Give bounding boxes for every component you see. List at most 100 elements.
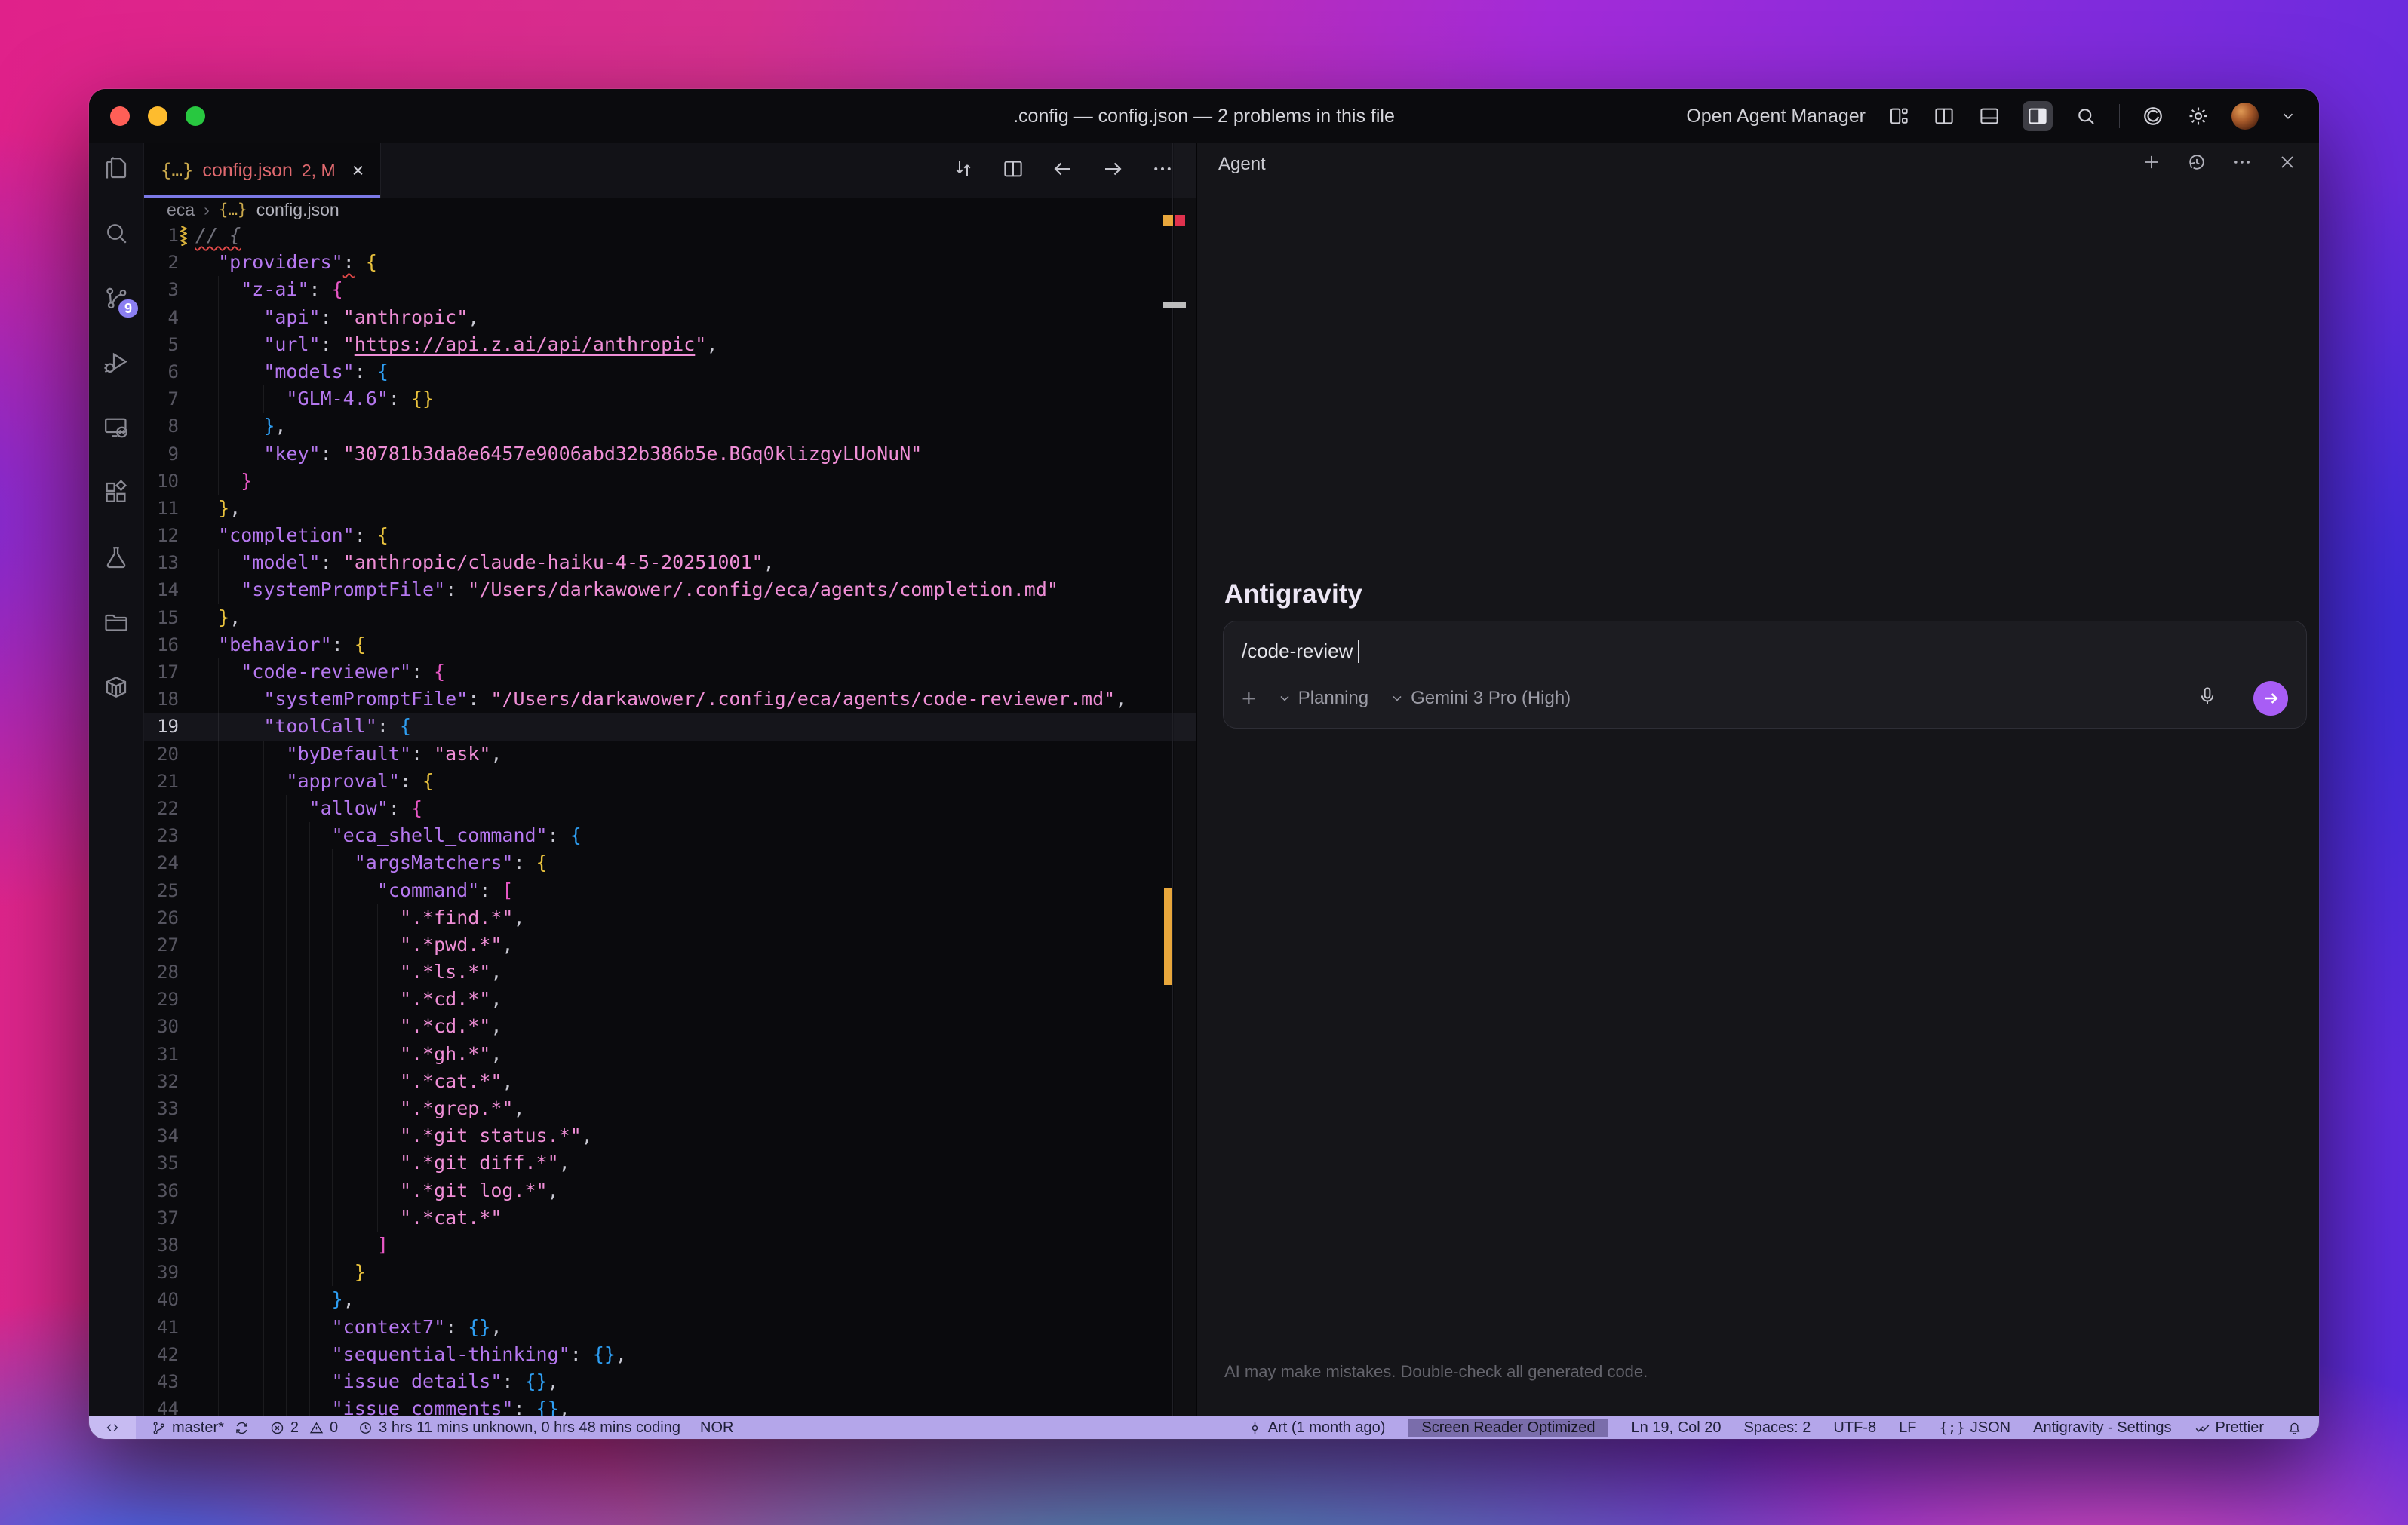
run-and-debug-icon[interactable] [102, 348, 131, 377]
agent-input[interactable]: /code-review [1242, 640, 1353, 663]
code-line[interactable]: 2 "providers": { [144, 249, 1196, 276]
remote-indicator[interactable] [89, 1416, 136, 1439]
formatter-status[interactable]: Prettier [2195, 1419, 2264, 1437]
screen-reader-status[interactable]: Screen Reader Optimized [1408, 1419, 1608, 1437]
code-line[interactable]: 25 "command": [ [144, 877, 1196, 904]
git-branch-status[interactable]: master* [151, 1419, 250, 1437]
code-line[interactable]: 1// { [144, 222, 1196, 249]
mode-dropdown[interactable]: Planning [1277, 688, 1368, 709]
toggle-secondary-sidebar-icon[interactable] [2023, 101, 2053, 131]
code-line[interactable]: 23 "eca_shell_command": { [144, 822, 1196, 849]
minimize-window-button[interactable] [148, 106, 167, 126]
code-line[interactable]: 15 }, [144, 604, 1196, 631]
customize-layout-icon[interactable] [1887, 104, 1911, 128]
problems-status[interactable]: 2 0 [269, 1419, 338, 1437]
code-line[interactable]: 6 "models": { [144, 358, 1196, 385]
zoom-window-button[interactable] [186, 106, 205, 126]
code-line[interactable]: 7 "GLM-4.6": {} [144, 385, 1196, 413]
vim-mode-status[interactable]: NOR [700, 1419, 733, 1437]
code-line[interactable]: 32 ".*cat.*", [144, 1068, 1196, 1095]
tab-config-json[interactable]: {…} config.json 2, M × [144, 143, 381, 198]
compare-changes-icon[interactable] [952, 158, 975, 184]
send-button[interactable] [2253, 681, 2288, 716]
code-line[interactable]: 10 } [144, 468, 1196, 495]
code-line[interactable]: 29 ".*cd.*", [144, 986, 1196, 1013]
project-manager-icon[interactable] [102, 608, 131, 637]
navigate-forward-icon[interactable] [1101, 158, 1124, 184]
code-line[interactable]: 38 ] [144, 1232, 1196, 1259]
remote-explorer-icon[interactable] [102, 413, 131, 442]
code-line[interactable]: 13 "model": "anthropic/claude-haiku-4-5-… [144, 549, 1196, 576]
more-actions-icon[interactable] [1151, 158, 1174, 184]
settings-gear-icon[interactable] [2186, 104, 2210, 128]
code-line[interactable]: 20 "byDefault": "ask", [144, 741, 1196, 768]
last-commit-status[interactable]: Art (1 month ago) [1247, 1419, 1386, 1437]
indentation-status[interactable]: Spaces: 2 [1743, 1419, 1811, 1437]
testing-icon[interactable] [102, 543, 131, 572]
code-line[interactable]: 19 "toolCall": { [144, 713, 1196, 740]
code-line[interactable]: 3 "z-ai": { [144, 276, 1196, 303]
code-line[interactable]: 8 }, [144, 413, 1196, 440]
toggle-panel-icon[interactable] [1977, 104, 2001, 128]
code-line[interactable]: 17 "code-reviewer": { [144, 658, 1196, 686]
antigravity-logo-icon[interactable] [2141, 104, 2165, 128]
code-line[interactable]: 27 ".*pwd.*", [144, 931, 1196, 959]
search-icon[interactable] [102, 219, 131, 247]
navigate-back-icon[interactable] [1052, 158, 1074, 184]
language-mode-status[interactable]: {;} JSON [1939, 1419, 2010, 1437]
code-line[interactable]: 40 }, [144, 1286, 1196, 1313]
time-tracking-status[interactable]: 3 hrs 11 mins unknown, 0 hrs 48 mins cod… [358, 1419, 680, 1437]
code-line[interactable]: 31 ".*gh.*", [144, 1041, 1196, 1068]
eol-status[interactable]: LF [1899, 1419, 1916, 1437]
code-line[interactable]: 34 ".*git status.*", [144, 1122, 1196, 1149]
code-line[interactable]: 11 }, [144, 495, 1196, 522]
code-line[interactable]: 41 "context7": {}, [144, 1314, 1196, 1341]
extensions-icon[interactable] [102, 478, 131, 507]
code-line[interactable]: 39 } [144, 1259, 1196, 1286]
open-agent-manager-button[interactable]: Open Agent Manager [1686, 106, 1866, 127]
microphone-icon[interactable] [2196, 685, 2219, 713]
code-line[interactable]: 16 "behavior": { [144, 631, 1196, 658]
code-line[interactable]: 35 ".*git diff.*", [144, 1149, 1196, 1177]
more-actions-icon[interactable] [2231, 152, 2253, 178]
tab-close-icon[interactable]: × [352, 161, 364, 181]
code-line[interactable]: 22 "allow": { [144, 795, 1196, 822]
add-context-button[interactable]: + [1242, 686, 1256, 710]
history-icon[interactable] [2186, 152, 2207, 178]
code-line[interactable]: 4 "api": "anthropic", [144, 304, 1196, 331]
source-control-icon[interactable]: 9 [102, 284, 131, 312]
close-window-button[interactable] [110, 106, 130, 126]
code-line[interactable]: 28 ".*ls.*", [144, 959, 1196, 986]
breadcrumb-file[interactable]: config.json [256, 200, 339, 220]
editor-scrollbar[interactable] [1174, 143, 1196, 1416]
search-icon[interactable] [2074, 104, 2098, 128]
code-editor[interactable]: 1// {2 "providers": {3 "z-ai": {4 "api":… [144, 222, 1196, 1416]
code-line[interactable]: 44 "issue_comments": {}, [144, 1395, 1196, 1416]
explorer-icon[interactable] [102, 154, 131, 183]
code-line[interactable]: 42 "sequential-thinking": {}, [144, 1341, 1196, 1368]
code-line[interactable]: 43 "issue_details": {}, [144, 1368, 1196, 1395]
code-line[interactable]: 26 ".*find.*", [144, 904, 1196, 931]
agent-input-card[interactable]: /code-review + Planning Gemini 3 Pro (Hi… [1223, 621, 2307, 729]
breadcrumb-folder[interactable]: eca [167, 200, 195, 220]
chevron-down-icon[interactable] [2280, 108, 2296, 124]
code-line[interactable]: 18 "systemPromptFile": "/Users/darkawowe… [144, 686, 1196, 713]
code-line[interactable]: 9 "key": "30781b3da8e6457e9006abd32b386b… [144, 440, 1196, 468]
code-line[interactable]: 33 ".*grep.*", [144, 1095, 1196, 1122]
code-line[interactable]: 12 "completion": { [144, 522, 1196, 549]
containers-icon[interactable] [102, 673, 131, 701]
notifications-bell-icon[interactable] [2287, 1420, 2302, 1436]
split-editor-icon[interactable] [1002, 158, 1024, 184]
code-line[interactable]: 37 ".*cat.*" [144, 1204, 1196, 1232]
cursor-position-status[interactable]: Ln 19, Col 20 [1631, 1419, 1721, 1437]
new-chat-icon[interactable] [2141, 152, 2162, 178]
code-line[interactable]: 36 ".*git log.*", [144, 1177, 1196, 1204]
split-editor-left-icon[interactable] [1932, 104, 1956, 128]
code-line[interactable]: 14 "systemPromptFile": "/Users/darkawowe… [144, 576, 1196, 603]
account-avatar[interactable] [2231, 103, 2259, 130]
close-panel-icon[interactable] [2277, 152, 2298, 178]
encoding-status[interactable]: UTF-8 [1833, 1419, 1876, 1437]
code-line[interactable]: 21 "approval": { [144, 768, 1196, 795]
settings-profile-status[interactable]: Antigravity - Settings [2033, 1419, 2171, 1437]
model-dropdown[interactable]: Gemini 3 Pro (High) [1390, 688, 1571, 709]
